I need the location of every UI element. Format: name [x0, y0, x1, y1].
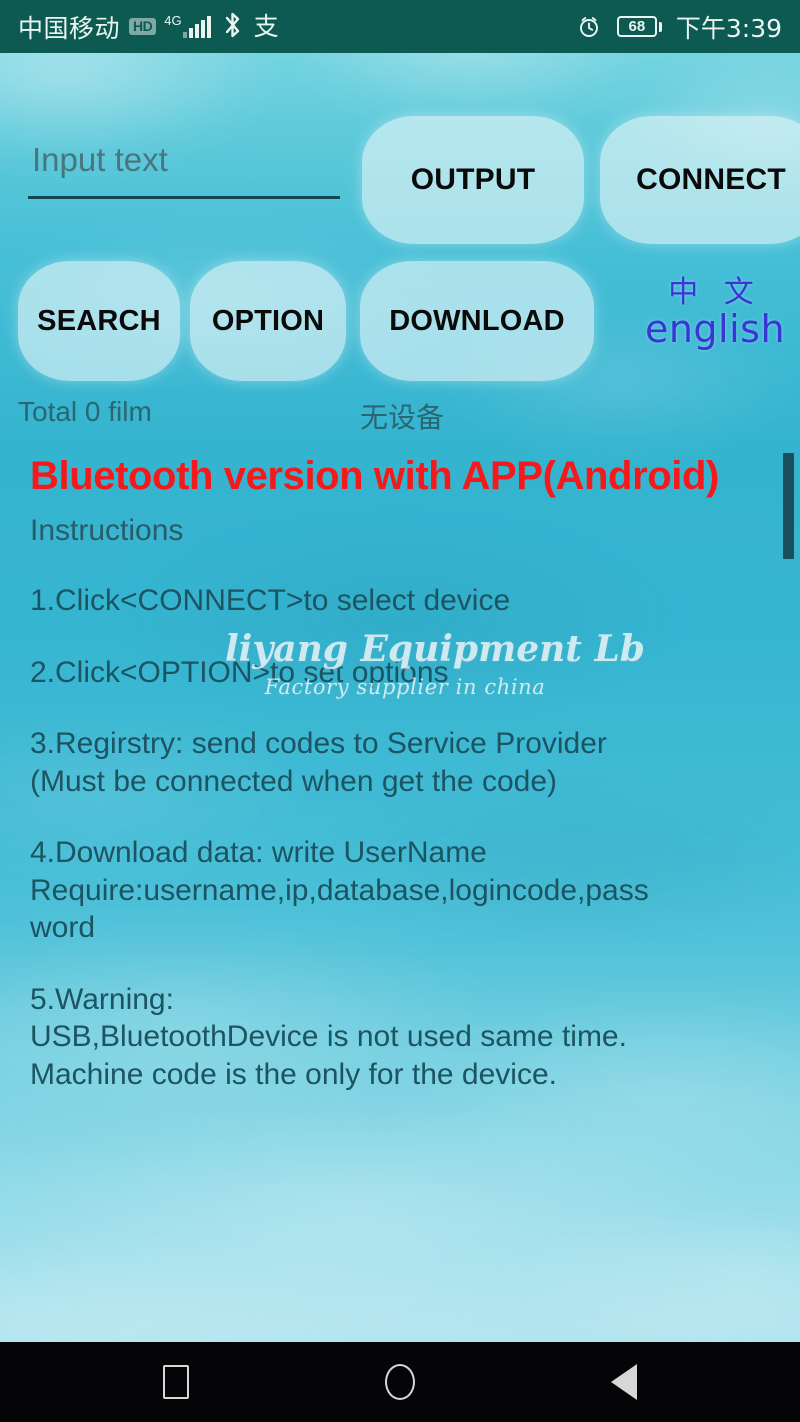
back-button[interactable]: [597, 1355, 651, 1409]
search-button[interactable]: SEARCH: [18, 261, 180, 381]
app-content-area: OUTPUT CONNECT SEARCH OPTION DOWNLOAD 中 …: [0, 53, 800, 1342]
home-button[interactable]: [373, 1355, 427, 1409]
instruction-item: 3.Regirstry: send codes to Service Provi…: [30, 727, 607, 798]
instruction-item: 5.Warning: USB,BluetoothDevice is not us…: [30, 982, 627, 1091]
total-film-label: Total 0 film: [18, 396, 152, 427]
input-underline: [28, 196, 340, 199]
status-bar-left: 中国移动 HD 4G 支: [18, 9, 279, 45]
language-english-label[interactable]: english: [636, 309, 794, 350]
option-button[interactable]: OPTION: [190, 261, 346, 381]
instruction-item: 4.Download data: write UserName Require:…: [30, 836, 649, 944]
instruction-item: 2.Click<OPTION>to set options: [30, 655, 449, 689]
recents-square-icon: [163, 1365, 189, 1399]
back-triangle-icon: [611, 1364, 637, 1400]
carrier-label: 中国移动: [18, 13, 121, 43]
download-button[interactable]: DOWNLOAD: [360, 261, 594, 381]
clock-label: 下午3:39: [675, 13, 782, 43]
status-bar-right: 68 下午3:39: [577, 9, 782, 45]
network-type-label: 4G: [164, 13, 182, 28]
output-button[interactable]: OUTPUT: [362, 116, 584, 244]
instructions-panel[interactable]: Bluetooth version with APP(Android) Inst…: [0, 448, 800, 1342]
instructions-title: Instructions: [30, 514, 184, 547]
input-text-container: [28, 141, 340, 219]
android-navigation-bar: [0, 1342, 800, 1422]
battery-cap: [658, 21, 662, 32]
language-chinese-label[interactable]: 中 文: [636, 278, 794, 308]
vertical-scrollbar-thumb[interactable]: [783, 453, 794, 559]
phone-screen: 中国移动 HD 4G 支 68 下午3:39 Input text OUTPUT…: [0, 0, 800, 1422]
alipay-icon: 支: [253, 12, 279, 41]
hd-badge: HD: [129, 17, 157, 36]
search-input[interactable]: [28, 141, 340, 187]
battery-level-label: 68: [616, 16, 657, 37]
instruction-item: 1.Click<CONNECT>to select device: [30, 584, 511, 617]
connect-button[interactable]: CONNECT: [600, 116, 800, 244]
home-circle-icon: [385, 1364, 415, 1400]
headline-banner: Bluetooth version with APP(Android): [30, 454, 719, 498]
language-toggle[interactable]: 中 文 english: [636, 278, 794, 350]
battery-indicator: 68: [616, 16, 662, 37]
status-bar: 中国移动 HD 4G 支 68 下午3:39: [0, 0, 800, 53]
device-state-label: 无设备: [360, 401, 445, 434]
signal-bars-icon: [182, 15, 211, 38]
alarm-clock-icon: [577, 15, 601, 39]
recents-button[interactable]: [149, 1355, 203, 1409]
bluetooth-icon: [223, 12, 242, 42]
